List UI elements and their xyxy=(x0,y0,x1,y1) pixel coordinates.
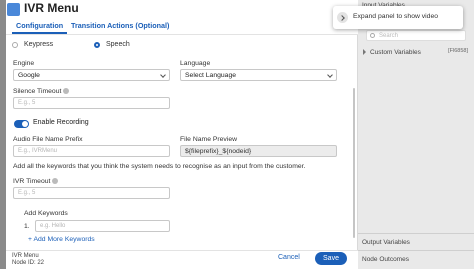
search-placeholder: Search xyxy=(379,33,399,39)
modal-content: Keypress Speech Engine Google Language S… xyxy=(6,36,352,250)
caret-right-icon xyxy=(363,49,366,56)
ivr-timeout-label: IVR Timeout xyxy=(13,178,59,185)
chevron-down-icon xyxy=(160,72,166,78)
divider xyxy=(358,250,474,251)
keyword-number: 1. xyxy=(24,223,30,230)
chevron-down-icon xyxy=(327,72,333,78)
node-id: Node ID: 22 xyxy=(12,260,45,266)
tab-configuration[interactable]: Configuration xyxy=(11,21,68,34)
ivr-node-icon xyxy=(7,3,20,16)
silence-timeout-input[interactable]: E.g., 5 xyxy=(13,97,170,109)
engine-select[interactable]: Google xyxy=(13,69,170,81)
custom-variables-item[interactable]: Custom Variables xyxy=(363,49,421,56)
keyword-input[interactable]: e.g. Hello xyxy=(35,220,170,232)
radio-keypress-label: Keypress xyxy=(24,41,54,48)
audio-prefix-input[interactable]: E.g., IVRMenu xyxy=(13,145,170,157)
divider xyxy=(358,233,474,234)
language-label: Language xyxy=(180,60,211,67)
search-icon xyxy=(370,33,375,38)
keywords-description: Add all the keywords that you think the … xyxy=(13,163,306,170)
ivr-timeout-input[interactable]: E.g., 5 xyxy=(13,187,170,199)
expand-panel-tooltip: Expand panel to show video xyxy=(333,6,463,29)
ivr-menu-modal: IVR Menu Configuration Transition Action… xyxy=(6,0,358,269)
audio-prefix-label: Audio File Name Prefix xyxy=(13,136,83,143)
expand-panel-button[interactable] xyxy=(337,12,348,23)
info-icon[interactable] xyxy=(63,88,70,95)
silence-timeout-label-text: Silence Timeout xyxy=(13,88,62,95)
cancel-button[interactable]: Cancel xyxy=(278,254,300,261)
custom-variables-badge: [Fl6858] xyxy=(448,48,468,54)
engine-label: Engine xyxy=(13,60,35,67)
add-keywords-label: Add Keywords xyxy=(24,210,68,217)
tab-bar: Configuration Transition Actions (Option… xyxy=(6,18,358,35)
modal-footer: IVR Menu Node ID: 22 Cancel Save xyxy=(6,250,358,269)
radio-keypress[interactable]: Keypress xyxy=(12,41,53,48)
language-placeholder: Select Language xyxy=(185,72,237,79)
node-name: IVR Menu xyxy=(12,253,39,259)
modal-header: IVR Menu Configuration Transition Action… xyxy=(6,0,358,35)
node-outcomes-header[interactable]: Node Outcomes xyxy=(362,256,409,263)
tab-transition-actions[interactable]: Transition Actions (Optional) xyxy=(71,21,169,30)
modal-title: IVR Menu xyxy=(24,1,79,15)
custom-variables-label: Custom Variables xyxy=(370,49,421,56)
add-more-keywords-link[interactable]: + Add More Keywords xyxy=(28,236,95,243)
variables-search-input[interactable]: Search xyxy=(366,30,466,41)
node-info: IVR Menu Node ID: 22 xyxy=(12,253,44,267)
radio-circle[interactable] xyxy=(12,41,18,48)
variables-panel: Input Variables Search Custom Variables … xyxy=(358,0,474,269)
language-select[interactable]: Select Language xyxy=(180,69,337,81)
file-name-preview-field: ${fileprefix}_${nodeid} xyxy=(180,145,337,157)
output-variables-header[interactable]: Output Variables xyxy=(362,239,410,246)
silence-timeout-label: Silence Timeout xyxy=(13,88,70,95)
ivr-timeout-label-text: IVR Timeout xyxy=(13,178,51,185)
radio-speech-label: Speech xyxy=(106,41,130,48)
enable-recording-toggle[interactable] xyxy=(14,120,29,128)
tooltip-text: Expand panel to show video xyxy=(353,13,439,20)
radio-circle-selected[interactable] xyxy=(94,41,100,48)
content-scrollbar[interactable] xyxy=(353,88,355,238)
engine-value: Google xyxy=(18,72,40,79)
radio-speech[interactable]: Speech xyxy=(94,41,130,48)
file-name-preview-label: File Name Preview xyxy=(180,136,238,143)
enable-recording-label: Enable Recording xyxy=(33,119,89,126)
info-icon[interactable] xyxy=(52,178,59,185)
save-button[interactable]: Save xyxy=(315,252,347,265)
